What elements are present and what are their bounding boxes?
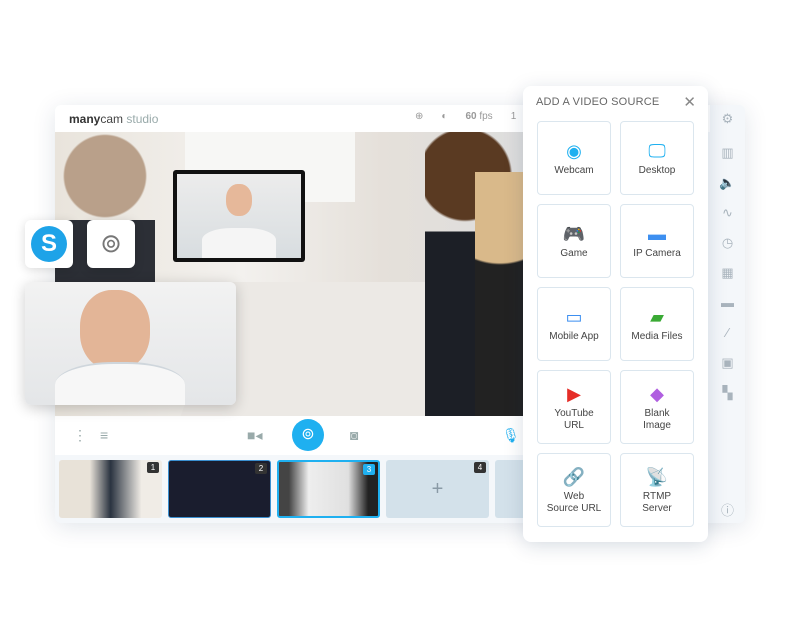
thumbnail-3[interactable]: 3 [277, 460, 380, 518]
link-icon: 🔗 [562, 467, 586, 487]
thumbnail-1[interactable]: 1 [59, 460, 162, 518]
settings-icon[interactable]: ⚙ [710, 111, 745, 127]
lower-third-icon[interactable]: ▬ [710, 295, 745, 310]
source-game[interactable]: 🎮 Game [537, 204, 611, 278]
source-media-files[interactable]: ▰ Media Files [620, 287, 694, 361]
desktop-icon: 🖵 [648, 141, 666, 161]
source-mobile-app[interactable]: ▭ Mobile App [537, 287, 611, 361]
audio-icon[interactable]: 🔈 [710, 175, 745, 191]
panel-title: ADD A VIDEO SOURCE [536, 96, 660, 108]
ip-camera-icon: ▬ [648, 224, 666, 244]
right-sidebar: ⚙ ▥ 🔈 ∿ ◷ ▦ ▬ ⁄ ▣ ▚ ⓘ [710, 105, 745, 523]
resolution-selector[interactable]: 1 [511, 111, 517, 122]
app-logo: manycam studio [69, 112, 159, 126]
thumbnail-4-empty[interactable]: 4 + [386, 460, 489, 518]
brightness-icon[interactable]: ◐ [441, 111, 447, 122]
mobile-app-icon: ▭ [565, 307, 583, 327]
webcam-icon: ◉ [566, 141, 582, 161]
source-web-url[interactable]: 🔗 Web Source URL [537, 453, 611, 527]
video-camera-icon[interactable]: ■◂ [247, 427, 262, 444]
paint-bucket-icon: ◆ [650, 384, 664, 404]
gamepad-icon: 🎮 [562, 224, 586, 244]
playlist-icon[interactable]: ≡ [100, 427, 108, 443]
thumbnail-5-empty[interactable] [495, 460, 523, 518]
source-webcam[interactable]: ◉ Webcam [537, 121, 611, 195]
control-bar: ⋮ ≡ ■◂ ⊚ ◙ 🎙 [55, 416, 523, 455]
source-youtube-url[interactable]: ▶ YouTube URL [537, 370, 611, 444]
monitor [173, 170, 305, 262]
source-blank-image[interactable]: ◆ Blank Image [620, 370, 694, 444]
widgets-icon[interactable]: ▚ [710, 385, 745, 401]
microphone-icon[interactable]: 🎙 [502, 427, 520, 444]
source-ip-camera[interactable]: ▬ IP Camera [620, 204, 694, 278]
image-icon: ▰ [650, 307, 664, 327]
source-rtmp-server[interactable]: 📡 RTMP Server [620, 453, 694, 527]
skype-badge[interactable]: S [25, 220, 73, 268]
close-icon[interactable]: ✕ [683, 93, 696, 111]
camera-snapshot-icon[interactable]: ◙ [350, 427, 358, 443]
presets-icon[interactable]: ▥ [710, 145, 745, 161]
drawing-icon[interactable]: ∿ [710, 205, 745, 221]
add-video-source-panel: ADD A VIDEO SOURCE ✕ ◉ Webcam 🖵 Desktop 🎮 G… [523, 86, 708, 542]
source-desktop[interactable]: 🖵 Desktop [620, 121, 694, 195]
chroma-key-icon[interactable]: ▦ [710, 265, 745, 281]
satellite-icon: 📡 [645, 467, 669, 487]
clock-icon[interactable]: ◷ [710, 235, 745, 251]
skype-icon: S [31, 226, 67, 262]
add-icon: + [431, 478, 444, 500]
youtube-icon: ▶ [567, 384, 581, 404]
broadcast-icon: ⊚ [301, 426, 315, 443]
zoom-in-icon[interactable]: ⊕ [415, 111, 423, 122]
broadcast-icon: ⊚ [100, 228, 122, 258]
info-icon[interactable]: ⓘ [710, 500, 745, 519]
source-thumbnails: 1 2 3 4 + [55, 457, 523, 521]
thumbnail-2[interactable]: 2 [168, 460, 271, 518]
gallery-icon[interactable]: ▣ [710, 355, 745, 371]
more-vertical-icon[interactable]: ⋮ [73, 427, 87, 444]
broadcast-badge[interactable]: ⊚ [87, 220, 135, 268]
fps-selector[interactable]: 60 fps [465, 111, 492, 122]
picture-in-picture-overlay[interactable] [25, 282, 236, 405]
effects-icon[interactable]: ⁄ [710, 325, 745, 340]
broadcast-button[interactable]: ⊚ [292, 419, 324, 451]
